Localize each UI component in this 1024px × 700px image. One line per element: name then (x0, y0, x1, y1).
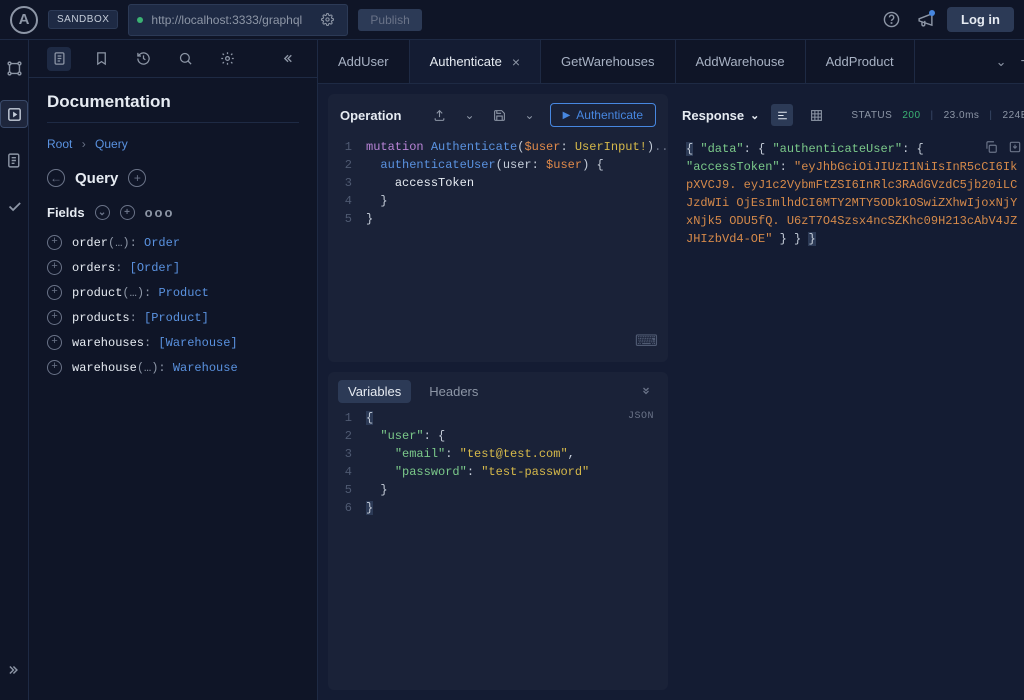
run-button[interactable]: ▶ Authenticate (550, 103, 656, 127)
docs-collapse-icon[interactable] (275, 47, 299, 71)
field-row[interactable]: + order(…): Order (47, 230, 299, 255)
response-body[interactable]: { "data": { "authenticateUser": { "acces… (682, 136, 1024, 690)
add-field-icon[interactable]: + (47, 260, 62, 275)
status-timing: 23.0ms (944, 110, 980, 121)
operation-title: Operation (340, 108, 401, 123)
more-icon[interactable]: ooo (145, 205, 175, 220)
download-icon[interactable] (1008, 140, 1022, 154)
docs-bookmark-icon[interactable] (89, 47, 113, 71)
back-icon[interactable]: ← (47, 169, 65, 187)
rail-schema-icon[interactable] (0, 54, 28, 82)
breadcrumb-root[interactable]: Root (47, 137, 72, 151)
gear-icon[interactable] (315, 8, 339, 32)
endpoint-url-text: http://localhost:3333/graphql (151, 13, 302, 27)
breadcrumb[interactable]: Root › Query (47, 137, 299, 151)
view-table-icon[interactable] (805, 104, 827, 126)
notification-dot-icon (929, 10, 935, 16)
announce-icon[interactable] (913, 8, 937, 32)
field-row[interactable]: + warehouses: [Warehouse] (47, 330, 299, 355)
rail-explorer-icon[interactable] (0, 100, 28, 128)
breadcrumb-sep-icon: › (82, 137, 86, 151)
add-tab-icon[interactable]: + (1021, 53, 1024, 71)
json-label: JSON (628, 409, 654, 424)
chevron-down-icon[interactable]: ⌄ (460, 105, 480, 125)
response-title[interactable]: Response ⌄ (682, 108, 759, 123)
rail-checks-icon[interactable] (0, 192, 28, 220)
collapse-vars-icon[interactable] (640, 386, 652, 398)
copy-icon[interactable] (984, 140, 998, 154)
operation-tab[interactable]: AddUser (318, 40, 410, 83)
play-icon: ▶ (563, 110, 571, 121)
docs-document-icon[interactable] (47, 47, 71, 71)
docs-gear-icon[interactable] (215, 47, 239, 71)
field-row[interactable]: + products: [Product] (47, 305, 299, 330)
docs-title: Documentation (47, 92, 299, 123)
operation-tab[interactable]: AddProduct (806, 40, 915, 83)
help-icon[interactable] (879, 8, 903, 32)
status-size: 224B (1003, 110, 1024, 121)
keyboard-icon[interactable]: ⌨ (635, 330, 658, 354)
status-code: 200 (902, 110, 920, 121)
save-icon[interactable] (490, 105, 510, 125)
add-type-icon[interactable]: + (128, 169, 146, 187)
tab-variables[interactable]: Variables (338, 380, 411, 403)
apollo-logo[interactable]: A (10, 6, 38, 34)
close-icon[interactable]: × (512, 54, 520, 70)
publish-button[interactable]: Publish (358, 9, 421, 31)
chevron-down-icon[interactable]: ⌄ (520, 105, 540, 125)
docs-search-icon[interactable] (173, 47, 197, 71)
type-name: Query (75, 170, 118, 187)
endpoint-url[interactable]: http://localhost:3333/graphql (128, 4, 348, 36)
breadcrumb-current: Query (95, 137, 128, 151)
field-row[interactable]: + orders: [Order] (47, 255, 299, 280)
operation-tab[interactable]: Authenticate× (410, 40, 541, 83)
status-dot-icon (137, 17, 143, 23)
chevron-down-icon: ⌄ (750, 109, 759, 122)
add-field-icon[interactable]: + (47, 360, 62, 375)
login-button[interactable]: Log in (947, 7, 1014, 32)
export-icon[interactable] (430, 105, 450, 125)
chevron-down-icon[interactable]: ⌄ (996, 54, 1007, 70)
add-field-icon[interactable]: + (47, 235, 62, 250)
rail-collapse-icon[interactable] (0, 656, 28, 684)
add-field-icon[interactable]: + (47, 310, 62, 325)
operation-editor[interactable]: 12345 mutation Authenticate($user: UserI… (328, 136, 668, 362)
field-row[interactable]: + product(…): Product (47, 280, 299, 305)
run-button-label: Authenticate (576, 108, 643, 122)
operation-tab[interactable]: AddWarehouse (676, 40, 806, 83)
status-label: STATUS (851, 110, 892, 121)
tab-headers[interactable]: Headers (419, 380, 488, 403)
rail-diff-icon[interactable] (0, 146, 28, 174)
docs-history-icon[interactable] (131, 47, 155, 71)
operation-tab[interactable]: GetWarehouses (541, 40, 675, 83)
fields-label: Fields (47, 205, 85, 220)
field-row[interactable]: + warehouse(…): Warehouse (47, 355, 299, 380)
view-json-icon[interactable] (771, 104, 793, 126)
sandbox-badge: SANDBOX (48, 10, 118, 29)
fields-add-icon[interactable]: + (120, 205, 135, 220)
fields-collapse-icon[interactable]: ⌄ (95, 205, 110, 220)
variables-editor[interactable]: JSON 123456 { "user": { "email": "test@t… (328, 407, 668, 690)
add-field-icon[interactable]: + (47, 335, 62, 350)
add-field-icon[interactable]: + (47, 285, 62, 300)
